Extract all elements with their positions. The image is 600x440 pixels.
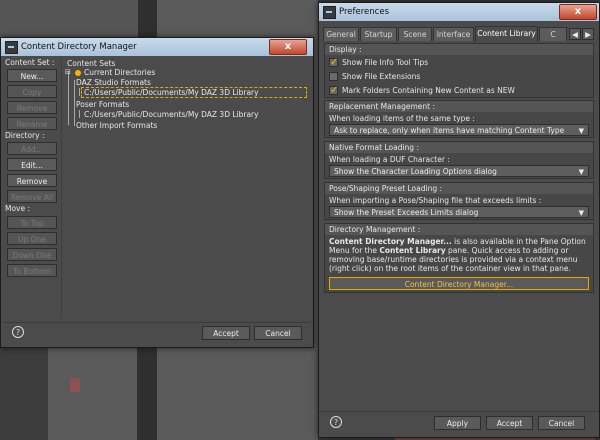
tree-item-current-directories[interactable]: Current Directories — [84, 68, 155, 77]
tree-line — [68, 71, 69, 125]
show-file-info-checkbox[interactable]: ✓ — [329, 58, 338, 68]
directory-management-text: Content Directory Manager... is also ava… — [329, 237, 589, 273]
native-format-select[interactable]: Show the Character Loading Options dialo… — [329, 165, 589, 177]
to-top-button[interactable]: To Top — [7, 216, 57, 229]
tree-line — [79, 88, 80, 96]
prefs-title: Preferences — [339, 7, 389, 17]
edit-directory-button[interactable]: Edit... — [7, 158, 57, 171]
content-directory-manager-button[interactable]: Content Directory Manager... — [329, 277, 589, 290]
cdm-close-button[interactable]: x — [269, 39, 307, 55]
pose-preset-label: When importing a Pose/Shaping file that … — [329, 196, 542, 205]
preferences-window: Preferences x General Startup Scene Inte… — [318, 2, 600, 438]
tree-line — [79, 110, 80, 118]
pose-preset-select[interactable]: Show the Preset Exceeds Limits dialog ▼ — [329, 206, 589, 218]
up-one-button[interactable]: Up One — [7, 232, 57, 245]
prefs-cancel-button[interactable]: Cancel — [538, 416, 585, 430]
tree-item-other-formats[interactable]: Other Import Formats — [76, 121, 157, 130]
native-format-group: Native Format Loading : When loading a D… — [324, 141, 594, 179]
tab-content-library[interactable]: Content Library — [475, 26, 538, 42]
current-directories-dot-icon — [75, 70, 81, 76]
background-red-stripe-1 — [70, 378, 80, 392]
prefs-footer-divider — [319, 411, 599, 412]
replacement-group: Replacement Management : When loading it… — [324, 100, 594, 138]
prefs-accept-button[interactable]: Accept — [486, 416, 533, 430]
prefs-apply-button[interactable]: Apply — [434, 416, 481, 430]
mark-new-checkbox[interactable]: ✓ — [329, 86, 338, 96]
directory-management-group-title: Directory Management : — [325, 224, 593, 235]
display-group: Display : ✓ Show File Info Tool Tips Sho… — [324, 43, 594, 98]
help-icon[interactable]: ? — [12, 326, 24, 338]
content-sets-tree: Content Sets ⊟ Current Directories DAZ S… — [61, 58, 307, 318]
directory-management-group: Directory Management : Content Directory… — [324, 223, 594, 293]
native-format-group-title: Native Format Loading : — [325, 142, 593, 153]
expand-minus-icon[interactable]: ⊟ — [65, 68, 71, 76]
display-group-title: Display : — [325, 44, 593, 55]
replacement-select-value: Ask to replace, only when items have mat… — [334, 126, 565, 135]
remove-all-button[interactable]: Remove All — [7, 190, 57, 203]
pose-preset-group-title: Pose/Shaping Preset Loading : — [325, 183, 593, 194]
app-icon — [5, 41, 18, 54]
app-icon — [323, 6, 336, 19]
replacement-group-title: Replacement Management : — [325, 101, 593, 112]
move-label: Move : — [5, 204, 31, 213]
content-set-label: Content Set : — [5, 58, 55, 67]
cdm-client: Content Set : New... Copy Remove Rename … — [3, 56, 309, 344]
show-extensions-label: Show File Extensions — [342, 72, 421, 81]
chevron-down-icon: ▼ — [578, 168, 584, 176]
tab-startup[interactable]: Startup — [360, 27, 397, 41]
tree-item-daz-path[interactable]: C:/Users/Public/Documents/My DAZ 3D Libr… — [81, 87, 307, 98]
add-directory-button[interactable]: Add... — [7, 142, 57, 155]
tab-scene[interactable]: Scene — [398, 27, 432, 41]
tree-item-poser-formats[interactable]: Poser Formats — [76, 100, 129, 109]
tab-scroll-right-button[interactable]: ▶ — [582, 28, 594, 40]
pose-preset-select-value: Show the Preset Exceeds Limits dialog — [334, 208, 479, 217]
remove-set-button[interactable]: Remove — [7, 101, 57, 114]
show-file-info-label: Show File Info Tool Tips — [342, 58, 429, 67]
tree-header: Content Sets — [67, 59, 116, 68]
prefs-close-button[interactable]: x — [559, 4, 597, 20]
cdm-titlebar[interactable]: Content Directory Manager x — [1, 38, 313, 56]
remove-directory-button[interactable]: Remove — [7, 174, 57, 187]
tree-item-daz-formats[interactable]: DAZ Studio Formats — [76, 78, 151, 87]
cdm-cancel-button[interactable]: Cancel — [254, 326, 302, 340]
pose-preset-group: Pose/Shaping Preset Loading : When impor… — [324, 182, 594, 220]
cdm-title: Content Directory Manager — [21, 42, 137, 52]
native-format-label: When loading a DUF Character : — [329, 155, 450, 164]
directory-text-bold-2: Content Library — [379, 246, 446, 255]
tree-item-poser-path[interactable]: C:/Users/Public/Documents/My DAZ 3D Libr… — [84, 110, 259, 119]
cdm-accept-button[interactable]: Accept — [202, 326, 250, 340]
rename-set-button[interactable]: Rename — [7, 117, 57, 130]
tab-scroll-left-button[interactable]: ◀ — [569, 28, 581, 40]
prefs-titlebar[interactable]: Preferences x — [319, 3, 599, 21]
directory-label: Directory : — [5, 131, 45, 140]
chevron-down-icon: ▼ — [578, 127, 584, 135]
show-extensions-checkbox[interactable] — [329, 72, 338, 81]
background-toolbar — [0, 0, 138, 38]
replacement-label: When loading items of the same type : — [329, 114, 475, 123]
cdm-footer-divider — [3, 322, 309, 323]
directory-text-bold-1: Content Directory Manager... — [329, 237, 452, 246]
chevron-down-icon: ▼ — [578, 209, 584, 217]
tab-interface[interactable]: Interface — [433, 27, 474, 41]
copy-set-button[interactable]: Copy — [7, 85, 57, 98]
tree-line — [74, 80, 75, 126]
content-directory-manager-window: Content Directory Manager x Content Set … — [0, 37, 314, 348]
to-bottom-button[interactable]: To Bottom — [7, 264, 57, 277]
new-set-button[interactable]: New... — [7, 69, 57, 82]
help-icon[interactable]: ? — [330, 416, 342, 428]
tab-general[interactable]: General — [323, 27, 359, 41]
tab-more[interactable]: C — [539, 27, 567, 41]
native-format-select-value: Show the Character Loading Options dialo… — [334, 167, 497, 176]
down-one-button[interactable]: Down One — [7, 248, 57, 261]
replacement-select[interactable]: Ask to replace, only when items have mat… — [329, 124, 589, 136]
mark-new-label: Mark Folders Containing New Content as N… — [342, 86, 515, 95]
